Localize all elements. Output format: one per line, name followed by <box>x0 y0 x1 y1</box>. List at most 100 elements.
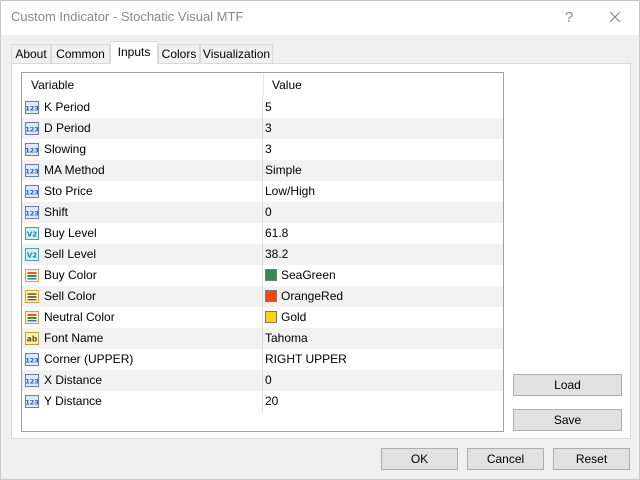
variable-cell[interactable]: V2 Sell Level <box>22 244 263 265</box>
tab-inputs[interactable]: Inputs <box>110 41 158 64</box>
svg-text:123: 123 <box>25 357 39 365</box>
variable-cell[interactable]: Sell Color <box>22 286 263 307</box>
variable-cell[interactable]: Neutral Color <box>22 307 263 328</box>
value-cell[interactable]: Tahoma <box>263 328 503 349</box>
variable-name: D Period <box>44 121 91 135</box>
value-text: 0 <box>265 205 272 219</box>
table-row[interactable]: 123 Y Distance 20 <box>22 391 503 412</box>
integer-icon: 123 <box>25 164 39 177</box>
value-cell[interactable]: 5 <box>263 97 503 118</box>
value-text: Tahoma <box>265 331 308 345</box>
table-row[interactable]: 123 Corner (UPPER) RIGHT UPPER <box>22 349 503 370</box>
svg-text:123: 123 <box>25 210 39 218</box>
svg-text:123: 123 <box>25 168 39 176</box>
table-row[interactable]: Sell Color OrangeRed <box>22 286 503 307</box>
tab-common[interactable]: Common <box>51 44 110 63</box>
svg-text:V2: V2 <box>27 231 37 239</box>
table-row[interactable]: Buy Color SeaGreen <box>22 265 503 286</box>
grid-header: Variable Value <box>22 73 503 97</box>
variable-cell[interactable]: 123 Slowing <box>22 139 263 160</box>
table-row[interactable]: 123 MA Method Simple <box>22 160 503 181</box>
variable-cell[interactable]: 123 Sto Price <box>22 181 263 202</box>
variable-cell[interactable]: 123 X Distance <box>22 370 263 391</box>
integer-icon: 123 <box>25 143 39 156</box>
svg-text:123: 123 <box>25 105 39 113</box>
value-cell[interactable]: Gold <box>263 307 503 328</box>
value-cell[interactable]: 20 <box>263 391 503 412</box>
variable-name: Buy Level <box>44 226 97 240</box>
value-cell[interactable]: Low/High <box>263 181 503 202</box>
value-cell[interactable]: Simple <box>263 160 503 181</box>
table-row[interactable]: 123 Shift 0 <box>22 202 503 223</box>
value-cell[interactable]: 3 <box>263 139 503 160</box>
svg-text:123: 123 <box>25 189 39 197</box>
color-icon <box>25 269 39 282</box>
variable-name: Corner (UPPER) <box>44 352 134 366</box>
svg-text:V2: V2 <box>27 252 37 260</box>
table-row[interactable]: ab Font Name Tahoma <box>22 328 503 349</box>
variable-name: Sell Color <box>44 289 97 303</box>
ok-button[interactable]: OK <box>381 448 458 470</box>
value-cell[interactable]: SeaGreen <box>263 265 503 286</box>
integer-icon: 123 <box>25 206 39 219</box>
variable-cell[interactable]: V2 Buy Level <box>22 223 263 244</box>
value-text: 5 <box>265 100 272 114</box>
variable-name: K Period <box>44 100 91 114</box>
value-text: 3 <box>265 142 272 156</box>
variable-cell[interactable]: ab Font Name <box>22 328 263 349</box>
color-icon <box>25 290 39 303</box>
variable-cell[interactable]: 123 Shift <box>22 202 263 223</box>
table-row[interactable]: 123 Sto Price Low/High <box>22 181 503 202</box>
color-swatch <box>265 269 277 281</box>
value-text: 0 <box>265 373 272 387</box>
variable-name: Sto Price <box>44 184 93 198</box>
value-cell[interactable]: 0 <box>263 370 503 391</box>
variable-name: Shift <box>44 205 69 219</box>
column-header-variable[interactable]: Variable <box>22 73 263 97</box>
variable-cell[interactable]: 123 Corner (UPPER) <box>22 349 263 370</box>
value-cell[interactable]: RIGHT UPPER <box>263 349 503 370</box>
reset-button[interactable]: Reset <box>553 448 630 470</box>
string-icon: ab <box>25 332 39 345</box>
load-button[interactable]: Load <box>513 374 622 396</box>
table-row[interactable]: V2 Sell Level 38.2 <box>22 244 503 265</box>
tab-colors[interactable]: Colors <box>158 44 200 63</box>
variable-cell[interactable]: 123 Y Distance <box>22 391 263 412</box>
inputs-grid: Variable Value 123 K Period 5 123 D Period 3 1… <box>21 72 504 432</box>
variable-cell[interactable]: Buy Color <box>22 265 263 286</box>
table-row[interactable]: 123 Slowing 3 <box>22 139 503 160</box>
help-button[interactable]: ? <box>557 7 581 29</box>
column-header-value[interactable]: Value <box>263 73 503 97</box>
table-row[interactable]: 123 X Distance 0 <box>22 370 503 391</box>
table-row[interactable]: 123 K Period 5 <box>22 97 503 118</box>
title-bar[interactable]: Custom Indicator - Stochatic Visual MTF … <box>1 1 639 35</box>
value-cell[interactable]: 38.2 <box>263 244 503 265</box>
value-text: 61.8 <box>265 226 289 240</box>
value-cell[interactable]: OrangeRed <box>263 286 503 307</box>
table-row[interactable]: Neutral Color Gold <box>22 307 503 328</box>
value-cell[interactable]: 0 <box>263 202 503 223</box>
close-button[interactable] <box>603 7 627 29</box>
variable-cell[interactable]: 123 D Period <box>22 118 263 139</box>
cancel-button[interactable]: Cancel <box>467 448 544 470</box>
color-icon <box>25 311 39 324</box>
integer-icon: 123 <box>25 101 39 114</box>
tab-visualization[interactable]: Visualization <box>200 44 273 63</box>
value-text: Low/High <box>265 184 316 198</box>
value-text: SeaGreen <box>281 268 336 282</box>
double-icon: V2 <box>25 227 39 240</box>
integer-icon: 123 <box>25 122 39 135</box>
value-text: 38.2 <box>265 247 289 261</box>
variable-name: MA Method <box>44 163 105 177</box>
value-cell[interactable]: 3 <box>263 118 503 139</box>
save-button[interactable]: Save <box>513 409 622 431</box>
value-cell[interactable]: 61.8 <box>263 223 503 244</box>
variable-cell[interactable]: 123 MA Method <box>22 160 263 181</box>
variable-cell[interactable]: 123 K Period <box>22 97 263 118</box>
value-text: 3 <box>265 121 272 135</box>
inputs-panel: Variable Value 123 K Period 5 123 D Period 3 1… <box>11 63 631 439</box>
table-row[interactable]: 123 D Period 3 <box>22 118 503 139</box>
tab-about[interactable]: About <box>11 44 51 63</box>
table-row[interactable]: V2 Buy Level 61.8 <box>22 223 503 244</box>
dialog-window: Custom Indicator - Stochatic Visual MTF … <box>0 0 640 480</box>
